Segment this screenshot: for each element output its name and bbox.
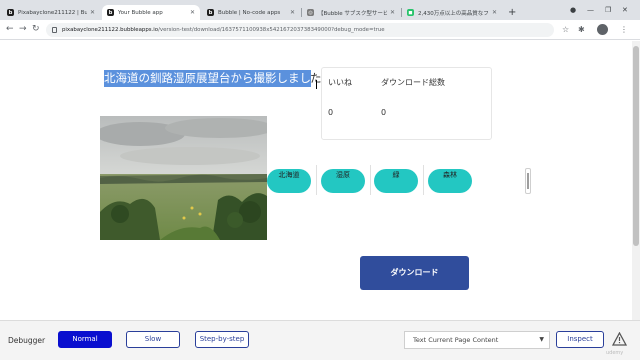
mode-step-by-step-button[interactable]: Step-by-step: [195, 331, 249, 348]
back-arrow-icon[interactable]: ←: [6, 24, 14, 35]
tab-title: 【Bubble サブスク型サービスを開発】: [318, 10, 387, 17]
debugger-bar: Debugger Normal Slow Step-by-step Text C…: [0, 320, 640, 360]
course-favicon-icon: ◎: [307, 9, 314, 16]
likes-count: 0: [328, 108, 334, 117]
stats-panel: いいね ダウンロード総数 0 0: [321, 67, 492, 140]
downloads-label: ダウンロード総数: [381, 78, 445, 87]
chevron-down-icon: ▼: [539, 336, 544, 343]
close-tab-icon[interactable]: ✕: [390, 9, 395, 16]
page-scrollbar[interactable]: [632, 41, 640, 320]
lock-icon: [52, 27, 57, 33]
downloads-count: 0: [381, 108, 387, 117]
extensions-icon[interactable]: ✱: [578, 25, 585, 34]
tab-bubble-no-code[interactable]: b Bubble | No-code apps ✕: [202, 5, 300, 20]
tag-hokkaido-button[interactable]: 北海道: [267, 169, 311, 193]
inspect-select-value: Text Current Page Content: [413, 336, 499, 344]
close-tab-icon[interactable]: ✕: [190, 9, 195, 16]
bubble-favicon-icon: b: [7, 9, 14, 16]
inspect-element-select[interactable]: Text Current Page Content ▼: [404, 331, 550, 349]
tags-scrollbar[interactable]: [525, 168, 531, 194]
browser-window: b Pixabayclone211122 | Bubble Edi ✕ b Yo…: [0, 0, 640, 360]
pixabay-favicon-icon: ◼: [407, 9, 414, 16]
url-text: pixabayclone211122.bubbleapps.io/version…: [62, 27, 385, 33]
bubble-favicon-icon: b: [107, 9, 114, 16]
close-tab-icon[interactable]: ✕: [90, 9, 95, 16]
udemy-watermark: udemy: [606, 350, 624, 356]
tag-green-button[interactable]: 緑: [374, 169, 418, 193]
mode-slow-button[interactable]: Slow: [126, 331, 180, 348]
tag-forest-button[interactable]: 森林: [428, 169, 472, 193]
inspect-button[interactable]: Inspect: [556, 331, 604, 348]
tab-search-icon[interactable]: ●: [570, 6, 576, 15]
tab-title: Pixabayclone211122 | Bubble Edi: [18, 9, 87, 16]
close-tab-icon[interactable]: ✕: [290, 9, 295, 16]
tab-bubble-subscription[interactable]: ◎ 【Bubble サブスク型サービスを開発】 ✕: [302, 5, 400, 20]
tag-separator: [316, 165, 317, 195]
tag-marsh-button[interactable]: 湿原: [321, 169, 365, 193]
maximize-icon[interactable]: ❐: [605, 6, 611, 15]
tag-separator: [370, 165, 371, 195]
text-cursor-icon: [316, 80, 317, 89]
minimize-icon[interactable]: —: [587, 6, 594, 15]
tab-your-bubble-app[interactable]: b Your Bubble app ✕: [102, 5, 200, 20]
new-tab-button[interactable]: +: [508, 8, 516, 18]
address-bar[interactable]: pixabayclone211122.bubbleapps.io/version…: [46, 23, 554, 37]
tab-free-images[interactable]: ◼ 2,430万点以上の高品質なフリー画 ✕: [402, 5, 502, 20]
forward-arrow-icon[interactable]: →: [19, 24, 27, 35]
warning-icon[interactable]: [612, 332, 627, 346]
mode-normal-button[interactable]: Normal: [58, 331, 112, 348]
star-icon[interactable]: ☆: [562, 25, 569, 34]
more-menu-icon[interactable]: ⋮: [620, 25, 628, 34]
likes-label: いいね: [328, 78, 352, 87]
tab-title: Bubble | No-code apps: [218, 9, 281, 16]
close-window-icon[interactable]: ✕: [622, 6, 628, 15]
browser-toolbar: ← → ↻ pixabayclone211122.bubbleapps.io/v…: [0, 20, 640, 40]
tab-title: 2,430万点以上の高品質なフリー画: [418, 10, 489, 17]
tag-separator: [423, 165, 424, 195]
scrollbar-thumb[interactable]: [633, 46, 639, 246]
reload-icon[interactable]: ↻: [32, 24, 40, 35]
tab-strip: b Pixabayclone211122 | Bubble Edi ✕ b Yo…: [0, 0, 640, 20]
profile-avatar-icon[interactable]: [597, 24, 608, 35]
tab-title: Your Bubble app: [118, 9, 163, 16]
photo-title-selected: 北海道の釧路湿原展望台から撮影しまし: [104, 70, 311, 87]
close-tab-icon[interactable]: ✕: [492, 9, 497, 16]
download-button[interactable]: ダウンロード: [360, 256, 469, 290]
tab-pixabayclone-editor[interactable]: b Pixabayclone211122 | Bubble Edi ✕: [2, 5, 100, 20]
debugger-label: Debugger: [8, 336, 46, 345]
tags-scrollbar-thumb[interactable]: [527, 173, 529, 189]
kushiro-marsh-photo: [100, 116, 267, 240]
landscape-image: [100, 116, 267, 240]
bubble-favicon-icon: b: [207, 9, 214, 16]
